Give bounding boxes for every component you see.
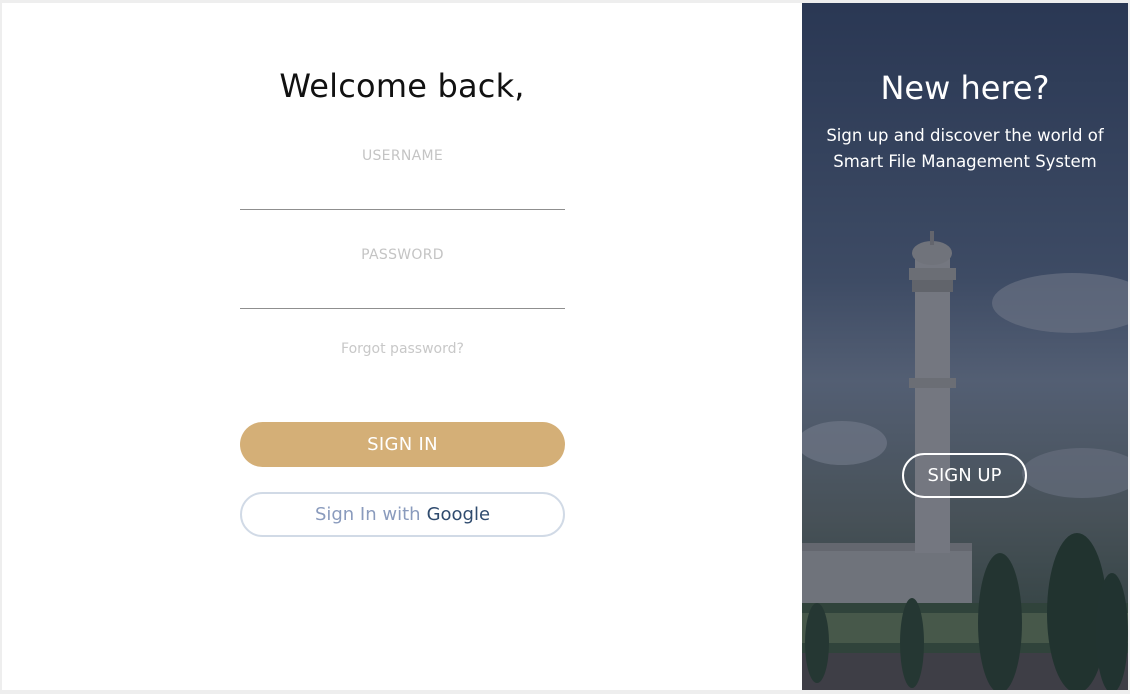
sign-up-description: Sign up and discover the world of Smart …	[826, 126, 1104, 171]
password-input[interactable]	[240, 282, 565, 309]
sign-up-button[interactable]: SIGN UP	[902, 453, 1027, 498]
page-title: Welcome back,	[279, 67, 525, 105]
google-sign-in-prefix: Sign In with	[314, 504, 421, 525]
forgot-password-link[interactable]: Forgot password?	[240, 341, 565, 357]
auth-container: Welcome back, USERNAME PASSWORD Forgot p…	[2, 3, 1128, 690]
google-sign-in-button[interactable]: Sign In with Google	[240, 492, 565, 537]
username-label: USERNAME	[361, 148, 444, 164]
sign-in-form: Welcome back, USERNAME PASSWORD Forgot p…	[2, 3, 802, 690]
sign-in-button[interactable]: SIGN IN	[240, 422, 565, 467]
username-input[interactable]	[240, 183, 565, 210]
google-brand-label: Google	[426, 504, 491, 525]
password-label: PASSWORD	[361, 247, 444, 263]
sign-up-panel: New here? Sign up and discover the world…	[802, 3, 1128, 690]
sign-up-title: New here?	[880, 69, 1050, 107]
